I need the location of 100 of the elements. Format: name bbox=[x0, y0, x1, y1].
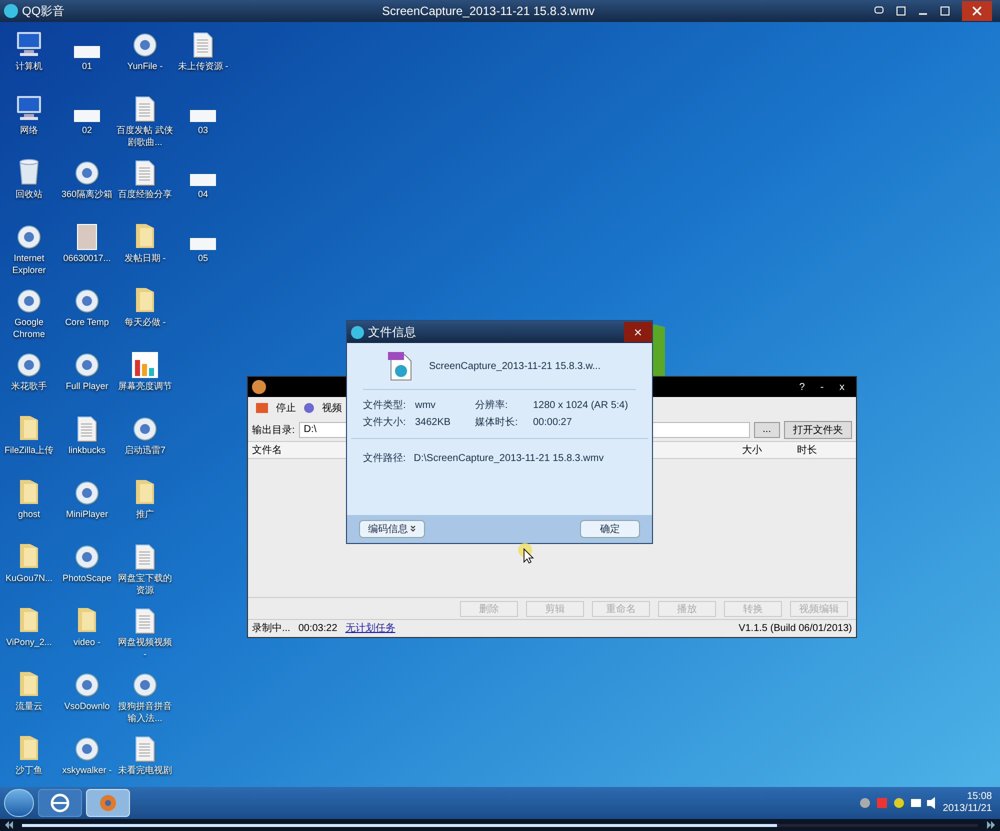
field-value: 1280 x 1024 (AR 5:4) bbox=[533, 399, 630, 413]
column-header[interactable]: 时长 bbox=[797, 442, 852, 458]
folder-icon bbox=[18, 414, 40, 442]
shortcut-label: 发帖日期 - bbox=[123, 252, 167, 264]
desktop-shortcut[interactable]: ViPony_2... bbox=[0, 604, 58, 668]
field-value: 00:00:27 bbox=[533, 416, 573, 430]
desktop-shortcut[interactable]: Google Chrome bbox=[0, 284, 58, 348]
window-control[interactable]: x bbox=[832, 380, 852, 394]
desktop-shortcut[interactable]: 未上传资源 - bbox=[174, 28, 232, 92]
codec-info-button[interactable]: 编码信息 bbox=[359, 520, 425, 538]
field-value: D:\ScreenCapture_2013-11-21 15.8.3.wmv bbox=[414, 452, 604, 466]
field-value: wmv bbox=[415, 399, 437, 413]
shortcut-label: Google Chrome bbox=[12, 316, 46, 340]
schedule-link[interactable]: 无计划任务 bbox=[345, 621, 396, 636]
desktop-shortcut[interactable]: 启动迅雷7 bbox=[116, 412, 174, 476]
shortcut-label: 搜狗拼音拼音输入法... bbox=[117, 700, 173, 724]
close-button[interactable] bbox=[962, 1, 992, 21]
close-icon bbox=[972, 6, 982, 16]
start-button[interactable] bbox=[4, 789, 34, 817]
rewind-icon[interactable] bbox=[4, 821, 14, 829]
open-folder-button[interactable]: 打开文件夹 bbox=[784, 421, 852, 439]
field-label: 分辨率: bbox=[475, 398, 509, 413]
desktop-shortcut[interactable]: ghost bbox=[0, 476, 58, 540]
column-header[interactable]: 大小 bbox=[742, 442, 797, 458]
app-icon bbox=[74, 480, 100, 506]
desktop-shortcut[interactable]: FileZilla上传 bbox=[0, 412, 58, 476]
bar-chart-icon bbox=[132, 352, 158, 378]
window-control[interactable]: - bbox=[812, 380, 832, 394]
desktop-shortcut[interactable]: 06630017... bbox=[58, 220, 116, 284]
shortcut-label: 推广 bbox=[135, 508, 155, 520]
desktop-shortcut[interactable]: 04 bbox=[174, 156, 232, 220]
file-name: ScreenCapture_2013-11-21 15.8.3.w... bbox=[429, 360, 601, 374]
desktop-shortcut[interactable]: 搜狗拼音拼音输入法... bbox=[116, 668, 174, 732]
desktop-shortcut[interactable]: 米花歌手 bbox=[0, 348, 58, 412]
app-name: QQ影音 bbox=[22, 3, 66, 20]
document-icon bbox=[77, 416, 97, 442]
shortcut-label: 网盘宝下载的资源 bbox=[117, 572, 173, 596]
recycle-bin-icon bbox=[18, 158, 40, 186]
desktop-shortcut[interactable]: 网络 bbox=[0, 92, 58, 156]
video-button[interactable]: 视频 bbox=[322, 400, 342, 416]
fast-forward-icon[interactable] bbox=[986, 821, 996, 829]
maximize-icon[interactable] bbox=[940, 6, 950, 16]
shortcut-label: Core Temp bbox=[64, 316, 110, 328]
desktop-shortcut[interactable]: 屏幕亮度调节 bbox=[116, 348, 174, 412]
desktop-shortcut[interactable]: 发帖日期 - bbox=[116, 220, 174, 284]
clock-time[interactable]: 15:08 bbox=[966, 791, 992, 803]
computer-icon bbox=[14, 94, 44, 122]
desktop-shortcut[interactable]: 01 bbox=[58, 28, 116, 92]
desktop-shortcut[interactable]: video - bbox=[58, 604, 116, 668]
shortcut-label: 01 bbox=[80, 60, 93, 72]
desktop-shortcut[interactable]: PhotoScape bbox=[58, 540, 116, 604]
progress-track[interactable] bbox=[22, 824, 978, 826]
desktop-shortcut[interactable]: 每天必做 - bbox=[116, 284, 174, 348]
desktop-shortcut[interactable]: Internet Explorer bbox=[0, 220, 58, 284]
desktop-shortcut[interactable]: 360隔离沙箱 bbox=[58, 156, 116, 220]
desktop-shortcut[interactable]: 百度经验分享 bbox=[116, 156, 174, 220]
shortcut-label: PhotoScape bbox=[61, 572, 113, 584]
browse-button[interactable]: ... bbox=[754, 422, 780, 438]
desktop-shortcut[interactable]: 沙丁鱼 bbox=[0, 732, 58, 787]
stop-button[interactable]: 停止 bbox=[276, 400, 296, 416]
shortcut-label: 网络 bbox=[19, 124, 39, 136]
desktop-shortcut[interactable]: Full Player bbox=[58, 348, 116, 412]
field-label: 媒体时长: bbox=[475, 416, 519, 430]
desktop-shortcut[interactable]: 推广 bbox=[116, 476, 174, 540]
desktop-shortcut[interactable]: VsoDownlo bbox=[58, 668, 116, 732]
desktop-shortcut[interactable]: 流量云 bbox=[0, 668, 58, 732]
desktop-shortcut[interactable]: 网盘宝下载的资源 bbox=[116, 540, 174, 604]
ok-button[interactable]: 确定 bbox=[580, 520, 640, 538]
computer-icon bbox=[14, 30, 44, 58]
shortcut-label: 网盘视频视频 - bbox=[117, 636, 173, 660]
clock-date[interactable]: 2013/11/21 bbox=[942, 803, 992, 815]
desktop-shortcut[interactable]: 百度发帖 武侠剧歌曲... bbox=[116, 92, 174, 156]
desktop-shortcut[interactable]: YunFile - bbox=[116, 28, 174, 92]
app-icon bbox=[74, 352, 100, 378]
close-button[interactable]: × bbox=[624, 322, 652, 342]
desktop-shortcut[interactable]: linkbucks bbox=[58, 412, 116, 476]
desktop-shortcut[interactable]: 03 bbox=[174, 92, 232, 156]
shortcut-label: 03 bbox=[196, 124, 209, 136]
shortcut-label: VsoDownlo bbox=[63, 700, 111, 712]
desktop-shortcut[interactable]: 计算机 bbox=[0, 28, 58, 92]
desktop-shortcut[interactable]: 网盘视频视频 - bbox=[116, 604, 174, 668]
desktop-shortcut[interactable]: 02 bbox=[58, 92, 116, 156]
shortcut-label: 计算机 bbox=[14, 60, 44, 72]
desktop-shortcut[interactable]: 05 bbox=[174, 220, 232, 284]
document-icon bbox=[135, 608, 155, 634]
desktop-shortcut[interactable]: KuGou7N... bbox=[0, 540, 58, 604]
document-icon bbox=[135, 96, 155, 122]
desktop-shortcut[interactable]: xskywalker - bbox=[58, 732, 116, 787]
window-control[interactable]: ? bbox=[792, 380, 812, 394]
folder-icon bbox=[134, 478, 156, 506]
shortcut-label: 每天必做 - bbox=[123, 316, 167, 328]
desktop-shortcut[interactable]: 回收站 bbox=[0, 156, 58, 220]
shortcut-label: 流量云 bbox=[14, 700, 44, 712]
desktop-shortcut[interactable]: 未看完电视剧 bbox=[116, 732, 174, 787]
desktop-shortcut[interactable]: Core Temp bbox=[58, 284, 116, 348]
desktop-shortcut[interactable]: MiniPlayer bbox=[58, 476, 116, 540]
taskbar-button[interactable] bbox=[38, 789, 82, 817]
shortcut-label: 回收站 bbox=[14, 188, 44, 200]
folder-icon bbox=[18, 606, 40, 634]
video-file-icon bbox=[387, 351, 413, 381]
